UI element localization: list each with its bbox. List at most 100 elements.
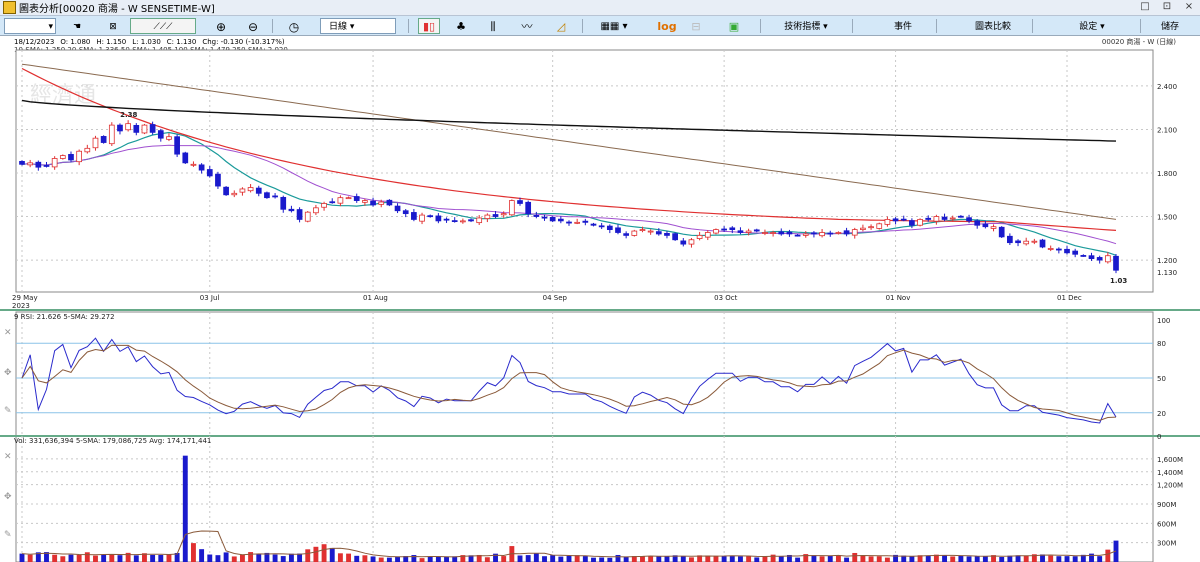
candle-body xyxy=(247,187,254,192)
volume-bar xyxy=(615,554,621,562)
volume-bar xyxy=(966,556,972,562)
candle-body xyxy=(990,226,997,229)
candle-body xyxy=(468,219,474,222)
candle-body xyxy=(998,226,1005,238)
candle-body xyxy=(598,225,605,228)
candle-body xyxy=(500,213,507,216)
price-tick-label: 2.400 xyxy=(1157,83,1177,91)
volume-bar xyxy=(444,556,449,562)
chart-canvas[interactable]: 經濟通 2.381.03 2.4002.1001.8001.5001.2001.… xyxy=(0,0,1200,562)
volume-bar xyxy=(607,557,613,562)
date-tick-label: 01 Nov xyxy=(886,294,911,302)
volume-bar xyxy=(950,556,956,562)
rsi-tick-label: 80 xyxy=(1157,340,1166,348)
date-tick-label: 03 Oct xyxy=(714,294,737,302)
candle-body xyxy=(190,163,197,166)
volume-bar xyxy=(215,555,221,562)
candle-body xyxy=(606,225,613,230)
date-tick-label: 01 Aug xyxy=(363,294,388,302)
volume-bar xyxy=(811,555,817,562)
rsi-tick-label: 100 xyxy=(1157,317,1170,325)
volume-bar xyxy=(909,556,915,562)
volume-bar xyxy=(321,544,327,562)
volume-bar xyxy=(101,554,107,562)
candle-body xyxy=(35,161,42,168)
close-panel-icon[interactable]: ✕ xyxy=(4,328,12,338)
candle-body xyxy=(337,197,344,204)
volume-bar xyxy=(313,546,319,562)
price-tick-label: 1.500 xyxy=(1157,214,1177,222)
candle-body xyxy=(900,218,907,221)
close-panel-icon[interactable]: ✕ xyxy=(4,452,12,462)
candle-body xyxy=(215,173,221,187)
candle-body xyxy=(141,124,148,134)
volume-bar xyxy=(362,555,368,562)
candle-body xyxy=(68,154,74,161)
edit-panel-icon[interactable]: ✎ xyxy=(4,530,12,540)
volume-bar xyxy=(721,556,727,562)
volume-bar xyxy=(427,556,433,562)
move-panel-icon[interactable]: ✥ xyxy=(4,492,12,502)
candle-body xyxy=(419,214,425,222)
candle-body xyxy=(966,217,972,222)
candle-body xyxy=(753,229,760,232)
volume-tick-label: 1,600M xyxy=(1157,456,1183,464)
edit-panel-icon[interactable]: ✎ xyxy=(4,406,12,416)
candle-body xyxy=(329,201,336,204)
candle-body xyxy=(794,234,801,237)
volume-bar xyxy=(305,549,311,562)
volume-bar xyxy=(68,554,74,562)
volume-bar xyxy=(525,555,531,562)
candle-body xyxy=(492,214,499,217)
candle-body xyxy=(1072,250,1079,255)
candle-body xyxy=(713,229,719,234)
volume-bar xyxy=(1048,555,1054,562)
volume-bar xyxy=(190,543,196,562)
volume-bar xyxy=(640,556,645,562)
candle-body xyxy=(615,227,621,233)
candle-body xyxy=(1007,235,1013,244)
candle-body xyxy=(239,188,246,193)
candle-body xyxy=(378,201,385,205)
candle-body xyxy=(835,232,842,234)
volume-legend: Vol: 331,636,394 5-SMA: 179,086,725 Avg:… xyxy=(14,437,212,445)
volume-bar xyxy=(656,556,662,562)
volume-bar xyxy=(1056,556,1062,562)
candle-body xyxy=(280,196,287,210)
volume-bar xyxy=(1089,553,1094,562)
candle-body xyxy=(1056,248,1062,251)
panel-frame xyxy=(15,311,1154,437)
price-tick-label: 1.800 xyxy=(1157,170,1177,178)
price-tick-label: 1.200 xyxy=(1157,257,1177,265)
candle-body xyxy=(533,214,540,217)
candle-body xyxy=(386,199,393,206)
candle-body xyxy=(541,216,548,219)
volume-bar xyxy=(280,556,286,562)
candle-body xyxy=(843,230,850,235)
volume-bar xyxy=(378,557,384,562)
candle-body xyxy=(892,218,899,222)
volume-bar xyxy=(133,555,139,562)
candle-body xyxy=(100,136,107,143)
candle-body xyxy=(304,211,311,222)
candle-body xyxy=(827,232,834,235)
volume-bar xyxy=(19,553,25,562)
candle-body xyxy=(688,239,695,245)
volume-bar xyxy=(876,556,882,562)
candle-body xyxy=(729,227,736,230)
volume-bar xyxy=(60,556,66,562)
volume-bar xyxy=(395,556,401,562)
candle-body xyxy=(1023,240,1030,245)
candle-body xyxy=(435,215,442,222)
move-panel-icon[interactable]: ✥ xyxy=(4,368,12,378)
volume-bar xyxy=(1072,556,1078,562)
candle-body xyxy=(704,232,711,238)
rsi-tick-label: 0 xyxy=(1157,433,1161,441)
candle-body xyxy=(770,232,776,234)
candle-body xyxy=(811,232,817,235)
candle-body xyxy=(353,196,360,201)
volume-bar xyxy=(386,557,392,562)
candle-body xyxy=(860,227,866,230)
volume-bar xyxy=(346,553,352,562)
candle-body xyxy=(313,207,319,214)
